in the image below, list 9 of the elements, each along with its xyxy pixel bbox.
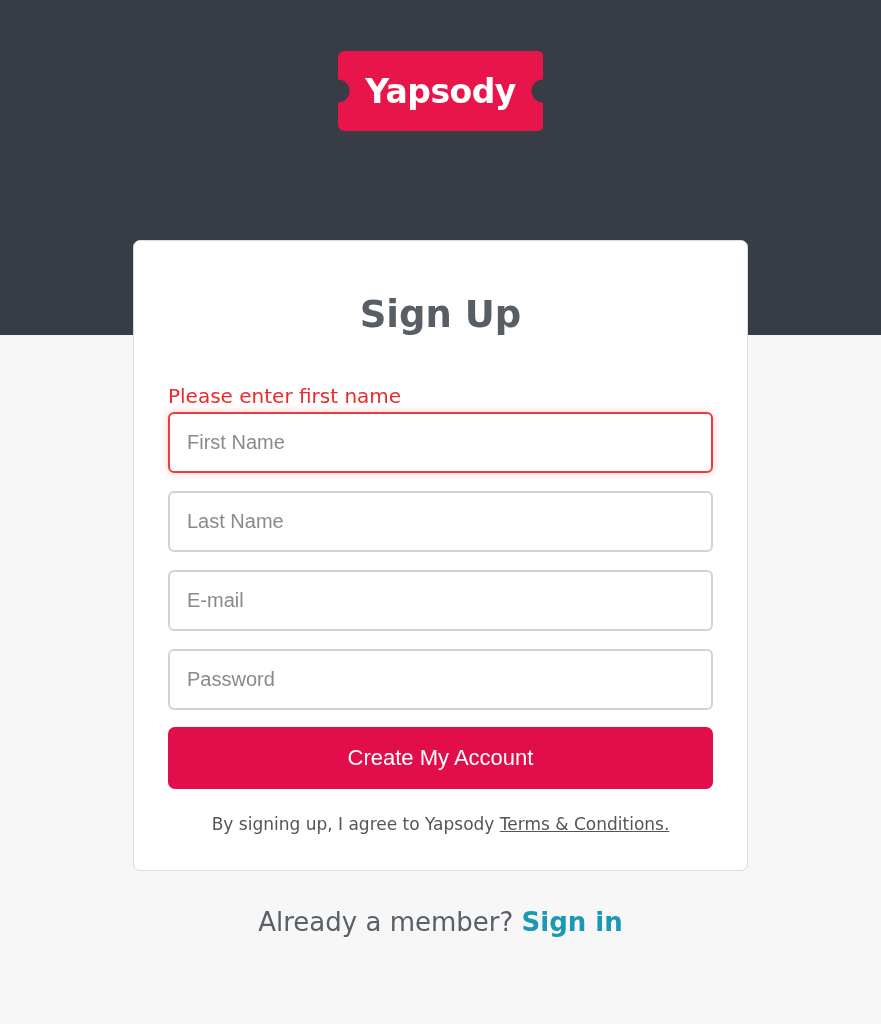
terms-link[interactable]: Terms & Conditions. <box>499 814 670 834</box>
logo: Yapsody <box>337 51 544 131</box>
input-field[interactable]: First Name <box>168 412 713 473</box>
terms-text: By signing up, I agree to Yapsody Terms & Conditions. <box>210 814 671 834</box>
signin-link[interactable]: Sign in <box>521 907 623 937</box>
create-account-button[interactable]: Create My Account <box>168 727 713 789</box>
signin-prompt: Already a member? Sign in <box>257 907 624 937</box>
form-title: Sign Up <box>358 293 523 336</box>
error-message: Please enter first name <box>168 384 402 408</box>
